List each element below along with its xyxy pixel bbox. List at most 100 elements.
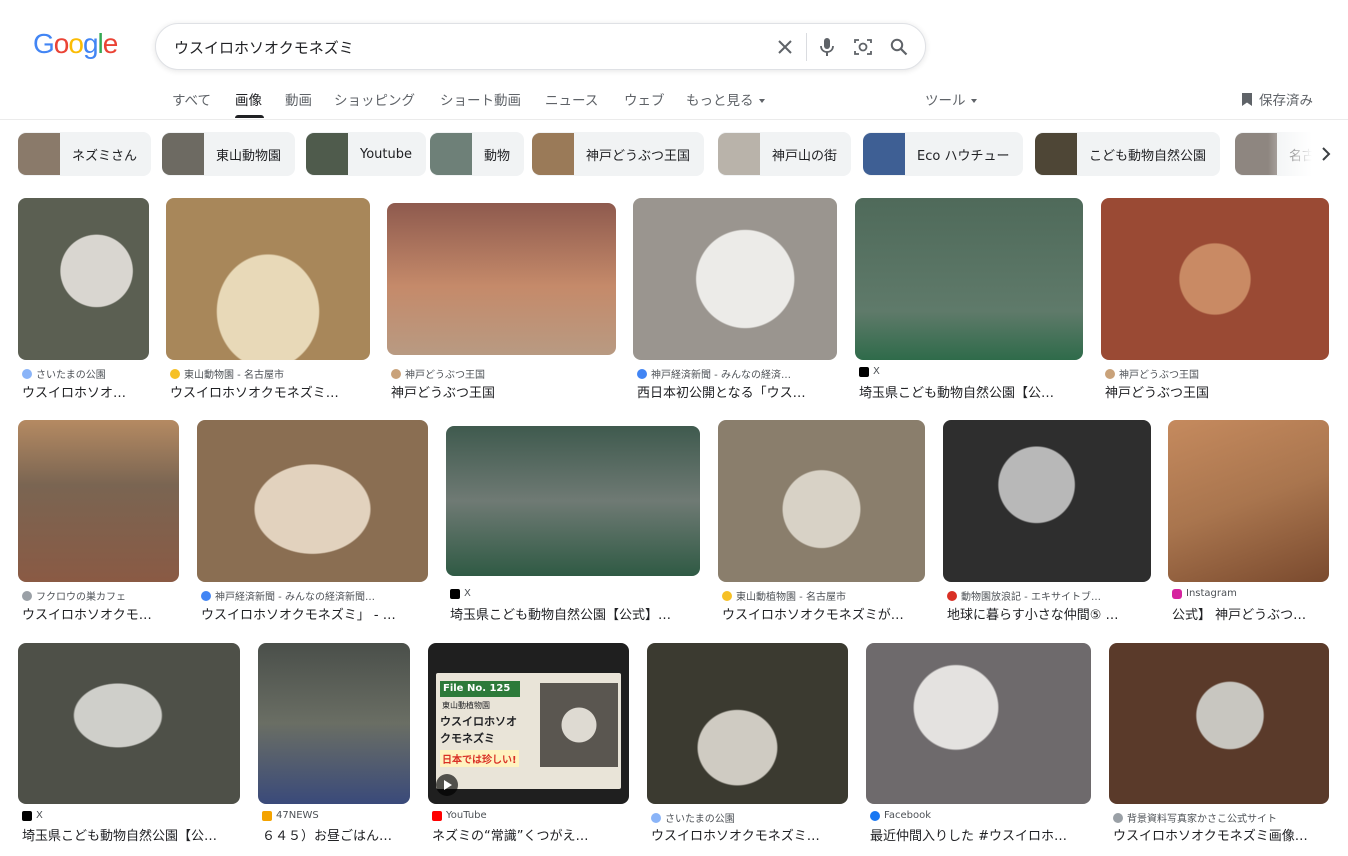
image-result[interactable]: さいたまの公園 ウスイロホソオ… [18,198,149,401]
result-thumbnail [197,420,428,582]
result-thumbnail [258,643,410,804]
image-result[interactable]: 47NEWS ６４５）お昼ごはん… [258,643,410,844]
result-source: 東山動植物園 - 名古屋市 [722,588,846,603]
chip-kobe-yamanomachi[interactable]: 神戸山の街 [718,132,852,176]
favicon-icon [1113,812,1123,823]
search-box [155,23,926,70]
result-source: 動物園放浪記 - エキサイトブ… [947,588,1101,603]
result-title: 最近仲間入りした #ウスイロホ… [870,829,1068,844]
result-source: 47NEWS [262,810,319,821]
result-source-name: 背景資料写真家かさこ公式サイト [1127,814,1277,825]
tab-news[interactable]: ニュース [545,89,598,109]
chip-label: 神戸山の街 [772,148,838,164]
result-title: 公式】 神戸どうぶつ… [1172,608,1307,623]
chip-thumbnail [532,133,574,175]
result-thumbnail [18,420,179,582]
result-source-name: X [873,366,880,377]
image-result[interactable]: X 埼玉県こども動物自然公園【公式】… [446,420,700,623]
image-result[interactable]: フクロウの巣カフェ ウスイロホソオクモ… [18,420,179,623]
chevron-right-icon[interactable] [1318,146,1334,162]
tab-shopping[interactable]: ショッピング [334,89,415,109]
tab-all[interactable]: すべて [172,89,211,109]
camera-lens-icon[interactable] [851,35,875,59]
favicon-icon [651,812,661,823]
tab-more[interactable]: もっと見る [686,89,765,109]
tab-web[interactable]: ウェブ [624,89,665,109]
tools-label: ツール [925,93,966,109]
chevron-down-icon [758,99,765,103]
chip-thumbnail [18,133,60,175]
result-thumbnail [387,203,616,355]
result-source-name: Facebook [884,810,931,821]
image-result[interactable]: Facebook 最近仲間入りした #ウスイロホ… [866,643,1091,844]
image-result[interactable]: 神戸どうぶつ王国 神戸どうぶつ王国 [387,198,616,401]
result-thumbnail [633,198,837,360]
result-source: Instagram [1172,588,1237,599]
play-icon [436,774,458,796]
tab-images[interactable]: 画像 [235,89,262,109]
result-source: YouTube [432,810,487,821]
image-result[interactable]: 動物園放浪記 - エキサイトブ… 地球に暮らす小さな仲間⑤ … [943,420,1151,623]
saved-button[interactable]: 保存済み [1241,89,1313,109]
search-input[interactable] [174,35,754,59]
result-source: 神戸経済新聞 - みんなの経済… [637,366,791,381]
chip-eco-house[interactable]: Eco ハウチュー [863,132,1024,176]
image-result[interactable]: 東山動植物園 - 名古屋市 ウスイロホソオクモネズミが… [718,420,925,623]
image-result[interactable]: X 埼玉県こども動物自然公園【公… [855,198,1083,401]
result-title: ウスイロホソオクモネズミが… [722,608,904,623]
result-thumbnail [866,643,1091,804]
result-title: ウスイロホソオクモネズミ… [170,386,339,401]
chip-thumbnail [1035,133,1077,175]
chip-kodomo-park[interactable]: こども動物自然公園 [1035,132,1221,176]
result-title: ウスイロホソオクモネズミ… [651,829,820,844]
tab-videos[interactable]: 動画 [285,89,312,109]
tab-short-videos[interactable]: ショート動画 [440,89,521,109]
chip-animal[interactable]: 動物 [430,132,525,176]
google-logo[interactable]: Google [33,28,118,60]
result-source: 東山動物園 - 名古屋市 [170,366,284,381]
chip-label: 東山動物園 [216,148,282,164]
chip-thumbnail [718,133,760,175]
result-title: 地球に暮らす小さな仲間⑤ … [947,608,1119,623]
tagline-label: 日本では珍しい! [440,750,519,767]
image-result[interactable]: X 埼玉県こども動物自然公園【公… [18,643,240,844]
image-result[interactable]: 神戸どうぶつ王国 神戸どうぶつ王国 [1101,198,1329,401]
instagram-icon [1172,588,1182,599]
result-source-name: 神戸どうぶつ王国 [405,370,485,381]
chip-label: Eco ハウチュー [917,148,1010,164]
species-label-2: クモネズミ [440,732,495,745]
clear-icon[interactable] [773,35,797,59]
result-thumbnail [718,420,925,582]
image-result[interactable]: 背景資料写真家かさこ公式サイト ウスイロホソオクモネズミ画像… [1109,643,1329,844]
microphone-icon[interactable] [815,35,839,59]
result-source-name: 東山動植物園 - 名古屋市 [736,592,846,603]
favicon-icon [22,590,32,601]
chevron-down-icon [970,99,977,103]
result-source-name: フクロウの巣カフェ [36,592,126,603]
chip-label: 動物 [484,148,511,164]
favicon-icon [1105,368,1115,379]
x-logo-icon [22,810,32,821]
result-thumbnail [1101,198,1329,360]
chip-higashiyama-zoo[interactable]: 東山動物園 [162,132,296,176]
image-result[interactable]: File No. 125 東山動植物園 ウスイロホソオ クモネズミ 日本では珍し… [428,643,629,844]
chip-kobe-animal-kingdom[interactable]: 神戸どうぶつ王国 [532,132,705,176]
image-result[interactable]: 神戸経済新聞 - みんなの経済… 西日本初公開となる「ウス… [633,198,837,401]
result-source-name: 神戸経済新聞 - みんなの経済新聞… [215,592,375,603]
chip-youtube[interactable]: Youtube [306,132,426,176]
result-title: 西日本初公開となる「ウス… [637,386,806,401]
chip-label: ネズミさん [72,148,138,164]
video-still [540,683,618,767]
image-result[interactable]: 神戸経済新聞 - みんなの経済新聞… ウスイロホソオクモネズミ」 - … [197,420,428,623]
chip-nezumisan[interactable]: ネズミさん [18,132,152,176]
youtube-icon [432,810,442,821]
chips-fade [1268,132,1348,176]
result-source: X [22,810,43,821]
image-result[interactable]: さいたまの公園 ウスイロホソオクモネズミ… [647,643,848,844]
image-result[interactable]: 東山動物園 - 名古屋市 ウスイロホソオクモネズミ… [166,198,370,401]
tools-button[interactable]: ツール [925,89,977,109]
search-icon[interactable] [887,35,911,59]
image-result[interactable]: Instagram 公式】 神戸どうぶつ… [1168,420,1329,623]
result-thumbnail [855,198,1083,360]
result-source: 神戸経済新聞 - みんなの経済新聞… [201,588,375,603]
